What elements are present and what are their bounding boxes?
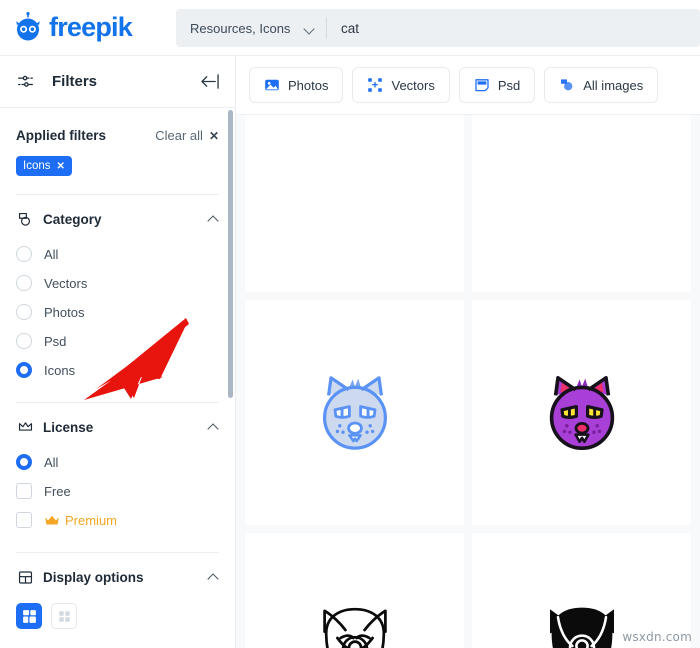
tab-label: Photos	[288, 77, 329, 93]
license-option-premium[interactable]: Premium	[16, 506, 219, 534]
clear-all-button[interactable]: Clear all ✕	[155, 128, 219, 143]
license-group-title: License	[43, 419, 94, 435]
option-label: All	[44, 246, 59, 262]
close-icon[interactable]: ✕	[57, 161, 65, 172]
all-images-icon	[559, 77, 575, 93]
result-card[interactable]	[245, 115, 464, 292]
filters-header: Filters	[0, 56, 235, 108]
close-icon: ✕	[208, 128, 219, 143]
license-option-free[interactable]: Free	[16, 477, 219, 505]
cat-face-purple-flat-icon	[534, 365, 630, 461]
option-label: Premium	[65, 512, 118, 528]
applied-filters-title: Applied filters	[16, 128, 107, 143]
brand-name: freepik	[49, 12, 133, 42]
filters-title: Filters	[52, 73, 98, 90]
option-label: All	[44, 454, 59, 470]
option-label: Photos	[44, 304, 85, 320]
results-grid-area: wsxdn.com	[236, 115, 700, 648]
small-grid-icon[interactable]	[51, 603, 77, 629]
divider	[16, 402, 219, 403]
chevron-up-icon	[208, 422, 219, 433]
radio-button[interactable]	[16, 304, 32, 320]
grid-layout-icon	[16, 568, 34, 586]
tab-label: Vectors	[391, 77, 435, 93]
category-filter-group: Category All Vectors Photos Psd Icons	[0, 199, 235, 403]
category-group-header[interactable]: Category	[16, 199, 219, 239]
tab-vectors[interactable]: Vectors	[352, 67, 450, 103]
sidebar-category-option-icons[interactable]: Icons	[16, 356, 219, 384]
chevron-down-icon	[305, 24, 314, 33]
psd-file-icon	[474, 77, 490, 93]
option-label: Psd	[44, 333, 67, 349]
shapes-icon	[16, 210, 34, 228]
large-grid-icon[interactable]	[16, 603, 42, 629]
freepik-search-page: freepik Resources, Icons Filt	[0, 0, 700, 648]
option-label: Icons	[44, 362, 76, 378]
search-bar: Resources, Icons	[176, 9, 700, 47]
divider	[16, 194, 219, 195]
collapse-left-icon[interactable]	[200, 73, 221, 90]
watermark: wsxdn.com	[622, 630, 692, 644]
clear-all-label: Clear all	[155, 128, 203, 143]
category-option-psd[interactable]: Psd	[16, 327, 219, 355]
result-card-cat-outline[interactable]	[245, 533, 464, 648]
applied-filter-chips: Icons ✕	[16, 156, 219, 176]
resource-type-tabs: Photos Vectors Psd All images	[236, 56, 700, 115]
tab-label: Psd	[497, 77, 521, 93]
search-input[interactable]	[327, 9, 700, 47]
display-options-header[interactable]: Display options	[16, 557, 219, 597]
license-filter-group: License All Free Premium	[0, 407, 235, 553]
main-content: Photos Vectors Psd All images wsxdn.com	[236, 56, 700, 648]
display-options-title: Display options	[43, 569, 144, 585]
results-grid	[236, 115, 700, 648]
radio-button-selected[interactable]	[16, 362, 32, 378]
applied-filters-section: Applied filters Clear all ✕ Icons ✕	[0, 108, 235, 195]
option-label: Vectors	[44, 275, 88, 291]
category-option-vectors[interactable]: Vectors	[16, 269, 219, 297]
chip-label: Icons	[23, 160, 51, 172]
category-option-all[interactable]: All	[16, 240, 219, 268]
radio-button[interactable]	[16, 333, 32, 349]
radio-button[interactable]	[16, 275, 32, 291]
category-group-title: Category	[43, 211, 102, 227]
cat-face-blue-lineal-color-icon	[307, 365, 403, 461]
cat-head-black-outline-icon	[307, 598, 403, 648]
top-bar: freepik Resources, Icons	[0, 0, 700, 56]
radio-button-selected[interactable]	[16, 454, 32, 470]
tab-label: All images	[583, 77, 644, 93]
checkbox[interactable]	[16, 512, 32, 528]
chevron-up-icon	[208, 572, 219, 583]
divider	[16, 552, 219, 553]
checkbox[interactable]	[16, 483, 32, 499]
tab-all-images[interactable]: All images	[544, 67, 659, 103]
result-card[interactable]	[472, 115, 691, 292]
category-option-photos[interactable]: Photos	[16, 298, 219, 326]
filters-sidebar: Filters Applied filters Clear all ✕ Icon…	[0, 56, 236, 648]
option-label: Free	[44, 483, 71, 499]
result-card-cat-purple[interactable]	[472, 300, 691, 525]
sidebar-scrollbar[interactable]	[228, 110, 233, 398]
freepik-mascot-icon	[12, 11, 44, 44]
filter-chip-icons[interactable]: Icons ✕	[16, 156, 72, 176]
license-group-header[interactable]: License	[16, 407, 219, 447]
vector-nodes-icon	[367, 77, 383, 93]
radio-button[interactable]	[16, 246, 32, 262]
sliders-icon	[16, 73, 34, 91]
photo-icon	[264, 77, 280, 93]
filters-scroll-area: Applied filters Clear all ✕ Icons ✕ Cate…	[0, 108, 235, 648]
brand-logo[interactable]: freepik	[0, 11, 168, 44]
license-option-all[interactable]: All	[16, 448, 219, 476]
result-card-cat-blue[interactable]	[245, 300, 464, 525]
crown-icon	[44, 514, 60, 527]
resource-type-select[interactable]: Resources, Icons	[176, 9, 326, 47]
tab-psd[interactable]: Psd	[458, 67, 536, 103]
chevron-up-icon	[208, 214, 219, 225]
display-options-group: Display options	[0, 557, 235, 629]
display-layout-buttons	[16, 603, 219, 629]
resource-type-label: Resources, Icons	[190, 20, 291, 36]
cat-head-black-solid-icon	[534, 598, 630, 648]
crown-outline-icon	[16, 418, 34, 436]
tab-photos[interactable]: Photos	[249, 67, 344, 103]
